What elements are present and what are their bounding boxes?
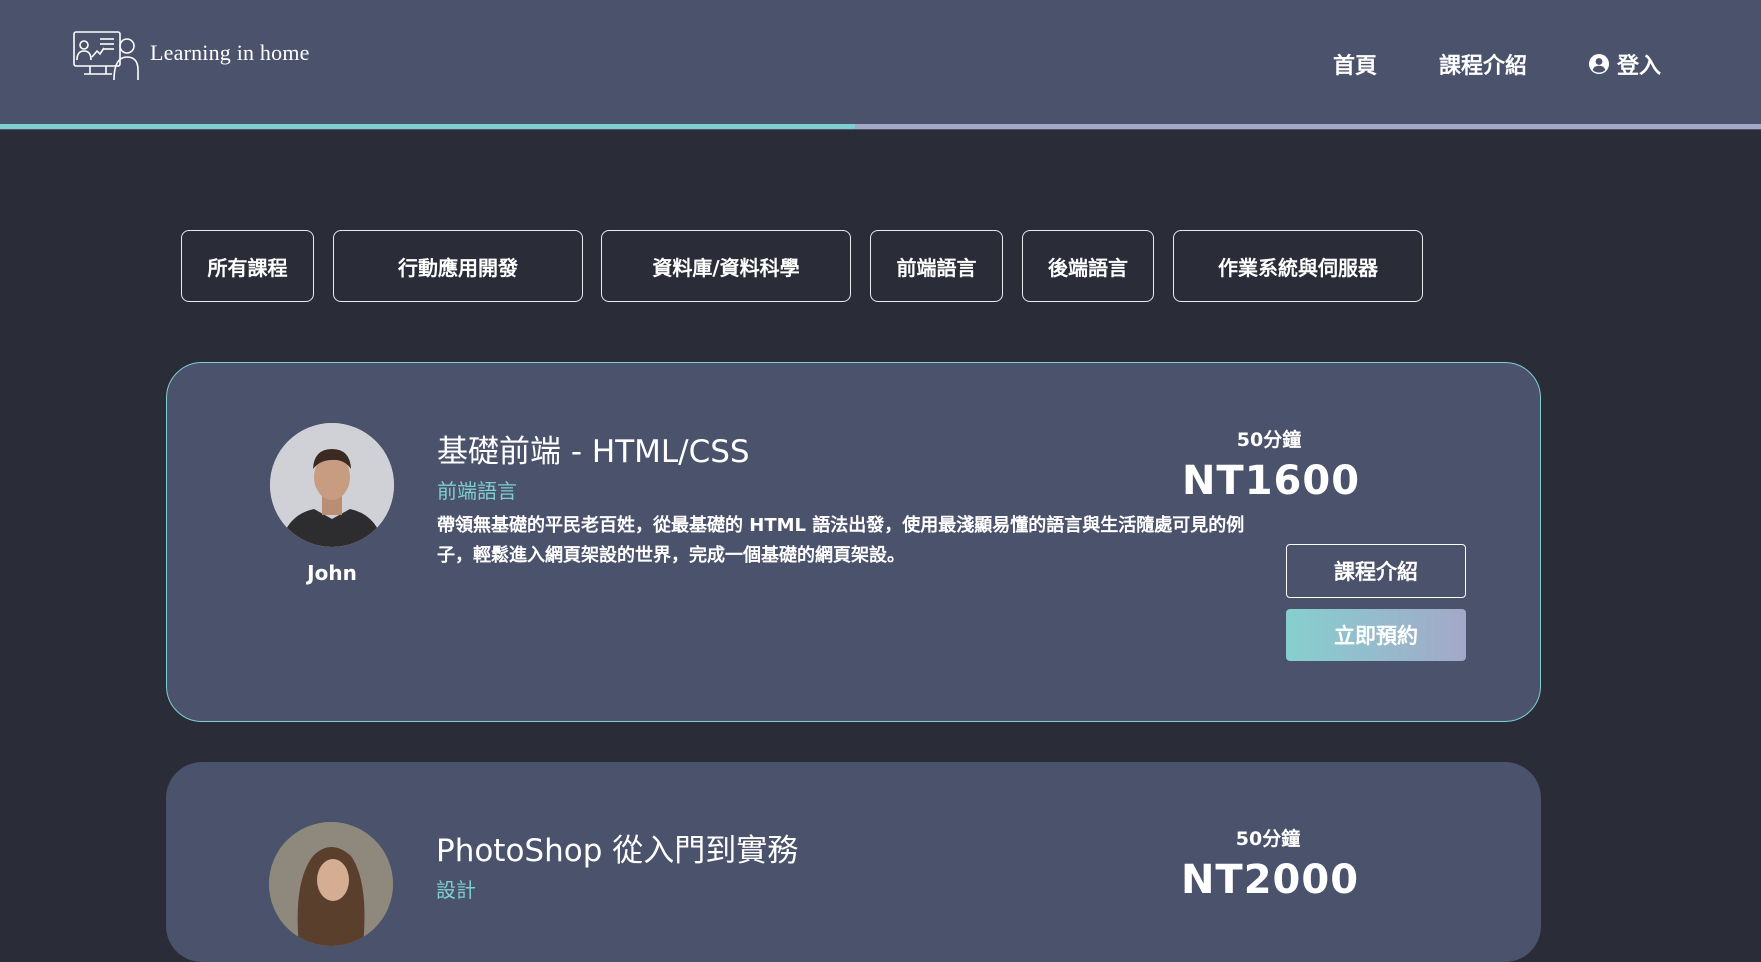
user-circle-icon	[1589, 54, 1609, 74]
classroom-logo-icon	[72, 30, 140, 86]
course-description: 帶領無基礎的平民老百姓，從最基礎的 HTML 語法出發，使用最淺顯易懂的語言與生…	[437, 515, 1245, 566]
nav-home[interactable]: 首頁	[1333, 48, 1377, 80]
filter-frontend[interactable]: 前端語言	[870, 230, 1003, 302]
nav-courses[interactable]: 課程介紹	[1439, 48, 1527, 80]
teacher-avatar	[270, 423, 394, 547]
site-header: Learning in home 首頁 課程介紹 登入	[0, 0, 1761, 130]
teacher-name: John	[307, 561, 357, 585]
course-category: 前端語言	[437, 479, 517, 503]
nav-login[interactable]: 登入	[1589, 48, 1661, 80]
course-duration: 50分鐘	[1235, 828, 1301, 850]
logo-text: Learning in home	[150, 40, 310, 65]
strip-teal	[0, 124, 855, 129]
filter-os-server[interactable]: 作業系統與伺服器	[1173, 230, 1423, 302]
course-intro-button[interactable]: 課程介紹	[1286, 544, 1466, 598]
course-price: NT2000	[1180, 857, 1360, 903]
course-card: John 基礎前端 - HTML/CSS 前端語言 帶領無基礎的平民老百姓，從最…	[166, 362, 1541, 722]
nav-login-label: 登入	[1617, 54, 1662, 79]
course-price: NT1600	[1181, 458, 1361, 504]
book-now-button[interactable]: 立即預約	[1286, 609, 1466, 661]
header-accent-strip	[0, 124, 1761, 129]
filter-backend[interactable]: 後端語言	[1022, 230, 1154, 302]
filter-all-courses[interactable]: 所有課程	[181, 230, 314, 302]
teacher-avatar	[269, 822, 393, 946]
course-duration: 50分鐘	[1236, 429, 1302, 451]
course-card: PhotoShop 從入門到實務 設計 50分鐘 NT2000	[166, 762, 1541, 962]
course-title: PhotoShop 從入門到實務	[436, 833, 799, 869]
strip-lilac	[855, 124, 1761, 129]
course-title: 基礎前端 - HTML/CSS	[437, 434, 750, 470]
site-logo[interactable]: Learning in home	[72, 30, 310, 86]
course-category: 設計	[436, 878, 476, 902]
filter-database-data-science[interactable]: 資料庫/資料科學	[601, 230, 851, 302]
filter-mobile-dev[interactable]: 行動應用開發	[333, 230, 583, 302]
